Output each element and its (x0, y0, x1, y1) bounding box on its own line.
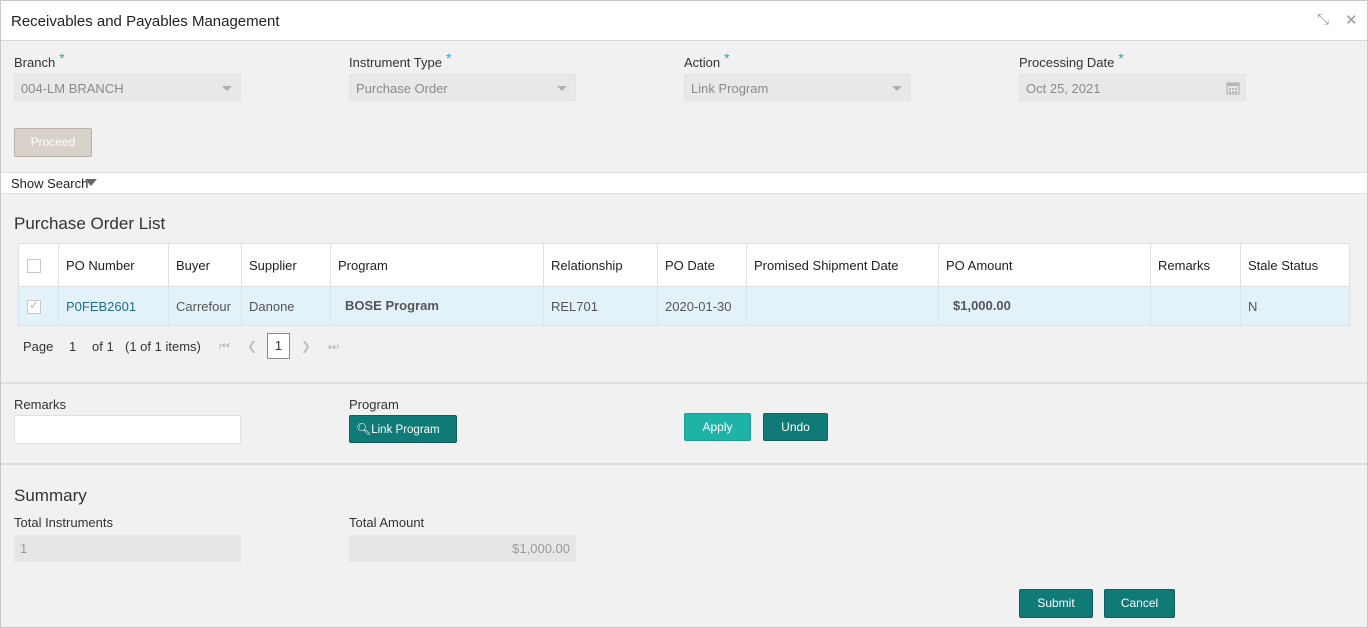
col-relationship[interactable]: Relationship (543, 243, 658, 287)
page-number-input[interactable]: 1 (69, 339, 76, 354)
po-number-cell[interactable]: P0FEB2601 (58, 286, 169, 326)
page-label: Page (23, 339, 54, 354)
relationship-cell: REL701 (543, 286, 658, 326)
branch-label: Branch * (14, 50, 65, 70)
row-select-cell[interactable] (18, 286, 59, 326)
select-all-checkbox[interactable] (27, 258, 41, 273)
total-instruments-value: 1 (14, 535, 241, 562)
col-stale-status[interactable]: Stale Status (1240, 243, 1350, 287)
buyer-cell: Carrefour (168, 286, 242, 326)
remarks-cell (1150, 286, 1241, 326)
close-icon[interactable]: ✕ (1345, 11, 1358, 29)
instrument-type-label: Instrument Type * (349, 50, 452, 70)
page-of-label: of 1 (92, 339, 114, 354)
minimize-window-icon[interactable]: ⤡ (1317, 11, 1329, 28)
supplier-cell: Danone (241, 286, 331, 326)
instrument-type-select[interactable]: Purchase Order (349, 74, 576, 101)
search-icon: 🔍︎ (356, 422, 372, 436)
prev-page-icon[interactable]: ❮ (247, 339, 257, 353)
chevron-down-icon (892, 86, 902, 91)
action-label: Action * (684, 50, 730, 70)
undo-button[interactable]: Undo (763, 413, 828, 441)
col-remarks[interactable]: Remarks (1150, 243, 1241, 287)
action-select[interactable]: Link Program (684, 74, 911, 101)
table-row[interactable]: P0FEB2601 Carrefour Danone BOSE Program … (18, 286, 1350, 326)
col-supplier[interactable]: Supplier (241, 243, 331, 287)
total-amount-value: $1,000.00 (349, 535, 576, 562)
cancel-button[interactable]: Cancel (1104, 589, 1175, 618)
section-divider (1, 382, 1367, 384)
program-cell: BOSE Program (330, 286, 544, 326)
first-page-icon[interactable]: ⏮ (219, 339, 230, 354)
col-po-date[interactable]: PO Date (657, 243, 747, 287)
section-divider (1, 463, 1367, 465)
apply-button[interactable]: Apply (684, 413, 751, 441)
proceed-button[interactable]: Proceed (14, 128, 92, 157)
po-list-table: PO Number Buyer Supplier Program Relatio… (18, 243, 1350, 326)
col-po-amount[interactable]: PO Amount (938, 243, 1151, 287)
chevron-down-icon (557, 86, 567, 91)
po-amount-cell: $1,000.00 (938, 286, 1151, 326)
total-amount-label: Total Amount (349, 515, 425, 530)
remarks-input[interactable] (14, 415, 241, 444)
promised-shipment-date-cell (746, 286, 939, 326)
col-promised-shipment-date[interactable]: Promised Shipment Date (746, 243, 939, 287)
rp-management-window: Receivables and Payables Management ⤡ ✕ … (0, 0, 1368, 628)
current-page-button[interactable]: 1 (267, 333, 290, 359)
summary-title: Summary (14, 486, 87, 505)
calendar-icon[interactable] (1226, 81, 1240, 95)
total-instruments-label: Total Instruments (14, 515, 113, 530)
col-program[interactable]: Program (330, 243, 544, 287)
po-date-cell: 2020-01-30 (657, 286, 747, 326)
items-count-label: (1 of 1 items) (125, 339, 201, 354)
title-bar: Receivables and Payables Management ⤡ ✕ (1, 1, 1367, 41)
link-program-button[interactable]: 🔍︎Link Program (349, 415, 457, 443)
col-po-number[interactable]: PO Number (58, 243, 169, 287)
table-header-row: PO Number Buyer Supplier Program Relatio… (18, 243, 1350, 287)
chevron-down-icon (222, 86, 232, 91)
show-search-label: Show Search (11, 176, 89, 191)
next-page-icon[interactable]: ❯ (301, 339, 311, 353)
window-title: Receivables and Payables Management (11, 13, 280, 30)
stale-status-cell: N (1240, 286, 1350, 326)
caret-down-icon (85, 179, 97, 186)
col-buyer[interactable]: Buyer (168, 243, 242, 287)
row-checkbox[interactable] (27, 298, 41, 314)
po-list-title: Purchase Order List (14, 214, 166, 233)
submit-button[interactable]: Submit (1019, 589, 1093, 618)
processing-date-field[interactable]: Oct 25, 2021 (1019, 74, 1246, 101)
select-all-cell[interactable] (18, 243, 59, 287)
program-label: Program (349, 397, 399, 412)
show-search-toggle[interactable]: Show Search (1, 172, 1367, 194)
remarks-label: Remarks (14, 397, 67, 412)
last-page-icon[interactable]: ⏭ (328, 339, 339, 354)
processing-date-label: Processing Date * (1019, 50, 1124, 70)
branch-select[interactable]: 004-LM BRANCH (14, 74, 241, 101)
